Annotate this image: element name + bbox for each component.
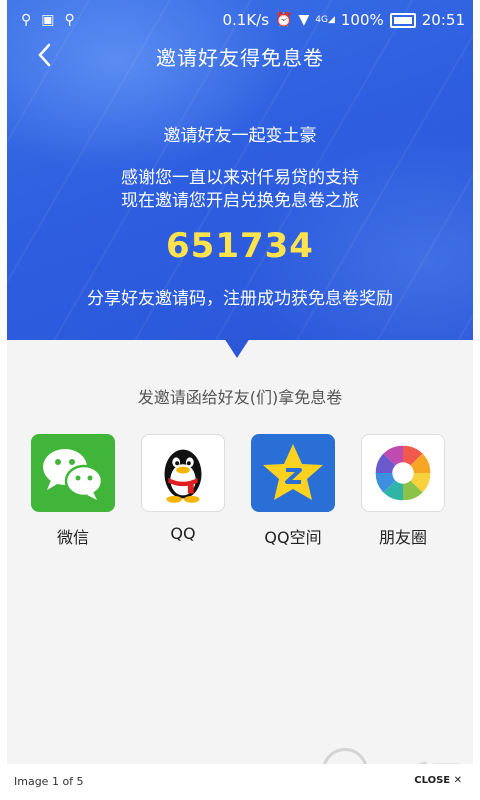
invite-slogan: 邀请好友一起变土豪 bbox=[163, 126, 317, 146]
usb-icon: ⚲ bbox=[21, 12, 32, 28]
image-viewer-footer: Image 1 of 5 CLOSE ✕ bbox=[0, 764, 480, 800]
share-qq-label: QQ bbox=[170, 524, 196, 543]
usb-debug-icon: ⚲ bbox=[64, 12, 75, 28]
share-moments-label: 朋友圈 bbox=[378, 528, 427, 547]
share-wechat[interactable]: 微信 bbox=[31, 434, 115, 548]
page-title: 邀请好友得免息卷 bbox=[156, 46, 324, 70]
share-qzone-label: QQ空间 bbox=[264, 528, 322, 547]
qzone-icon[interactable] bbox=[251, 434, 335, 512]
invite-hero-banner: ⚲ ▣ ⚲ 0.1K/s ⏰ ▼ 4G◢ 100% 20:51 邀请好友得免息卷… bbox=[7, 0, 473, 340]
wifi-icon: ▼ bbox=[298, 12, 310, 28]
battery-percent: 100% bbox=[340, 11, 384, 29]
thanks-line-1: 感谢您一直以来对仟易贷的支持 bbox=[121, 168, 359, 188]
qq-icon[interactable] bbox=[141, 434, 225, 512]
signal-icon: 4G◢ bbox=[315, 15, 335, 25]
share-section-title: 发邀请函给好友(们)拿免息卷 bbox=[137, 388, 343, 407]
share-wechat-label: 微信 bbox=[56, 528, 89, 547]
status-bar: ⚲ ▣ ⚲ 0.1K/s ⏰ ▼ 4G◢ 100% 20:51 bbox=[7, 0, 473, 40]
close-icon[interactable]: ✕ bbox=[454, 775, 462, 786]
share-moments[interactable]: 朋友圈 bbox=[361, 434, 445, 548]
close-button[interactable]: CLOSE ✕ bbox=[414, 775, 462, 786]
clock: 20:51 bbox=[421, 11, 465, 29]
screenshot-frame: ⚲ ▣ ⚲ 0.1K/s ⏰ ▼ 4G◢ 100% 20:51 邀请好友得免息卷… bbox=[0, 0, 480, 800]
battery-icon bbox=[389, 12, 416, 28]
app-screen: ⚲ ▣ ⚲ 0.1K/s ⏰ ▼ 4G◢ 100% 20:51 邀请好友得免息卷… bbox=[7, 0, 473, 764]
alarm-icon: ⏰ bbox=[275, 12, 293, 28]
status-right: 0.1K/s ⏰ ▼ 4G◢ 100% 20:51 bbox=[222, 11, 465, 29]
moments-icon[interactable] bbox=[361, 434, 445, 512]
share-app-list: 微信 QQ QQ空间 朋友圈 bbox=[31, 434, 445, 548]
image-icon: ▣ bbox=[41, 12, 55, 28]
thanks-line-2: 现在邀请您开启兑换免息卷之旅 bbox=[121, 191, 359, 211]
network-speed: 0.1K/s bbox=[222, 11, 270, 29]
status-left: ⚲ ▣ ⚲ bbox=[21, 12, 75, 28]
invite-code: 651734 bbox=[166, 226, 314, 266]
title-bar: 邀请好友得免息卷 bbox=[7, 36, 473, 76]
share-qq[interactable]: QQ bbox=[141, 434, 225, 548]
close-label: CLOSE bbox=[414, 775, 451, 786]
share-qzone[interactable]: QQ空间 bbox=[251, 434, 335, 548]
image-counter: Image 1 of 5 bbox=[14, 775, 84, 788]
share-hint: 分享好友邀请码，注册成功获免息卷奖励 bbox=[87, 289, 393, 309]
banner-pointer bbox=[224, 338, 250, 358]
wechat-icon[interactable] bbox=[31, 434, 115, 512]
